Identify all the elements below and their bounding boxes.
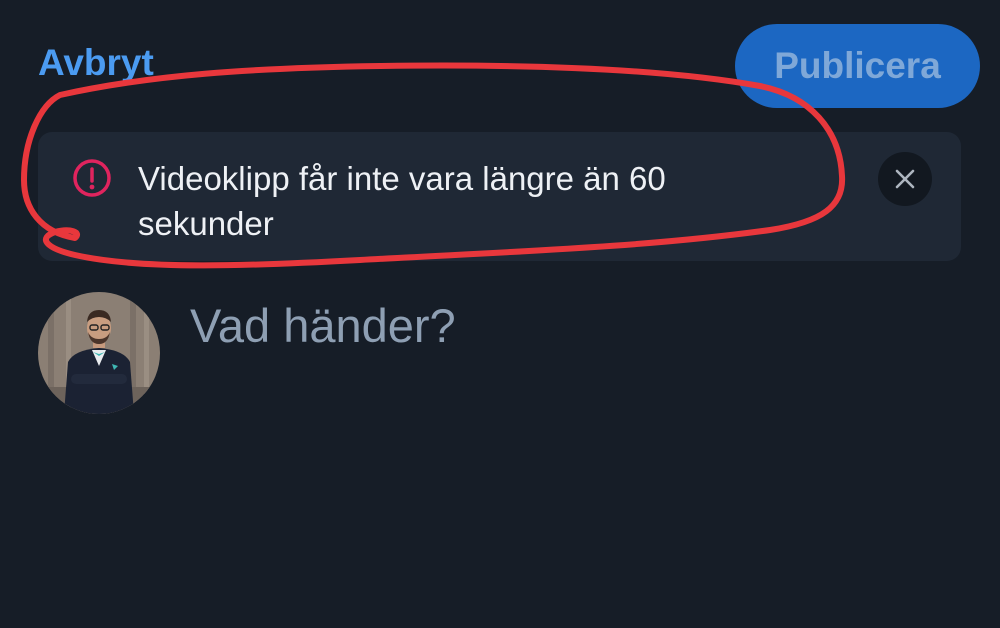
dismiss-banner-button[interactable]: [878, 152, 932, 206]
avatar[interactable]: [38, 292, 160, 414]
compose-screen: Avbryt Publicera Videoklipp får inte var…: [0, 0, 1000, 628]
error-message: Videoklipp får inte vara längre än 60 se…: [138, 160, 666, 242]
error-banner: Videoklipp får inte vara längre än 60 se…: [38, 132, 961, 261]
close-icon: [895, 169, 915, 189]
cancel-button[interactable]: Avbryt: [38, 42, 154, 84]
compose-input[interactable]: Vad händer?: [190, 298, 456, 353]
info-icon: [70, 156, 114, 200]
publish-button[interactable]: Publicera: [735, 24, 980, 108]
